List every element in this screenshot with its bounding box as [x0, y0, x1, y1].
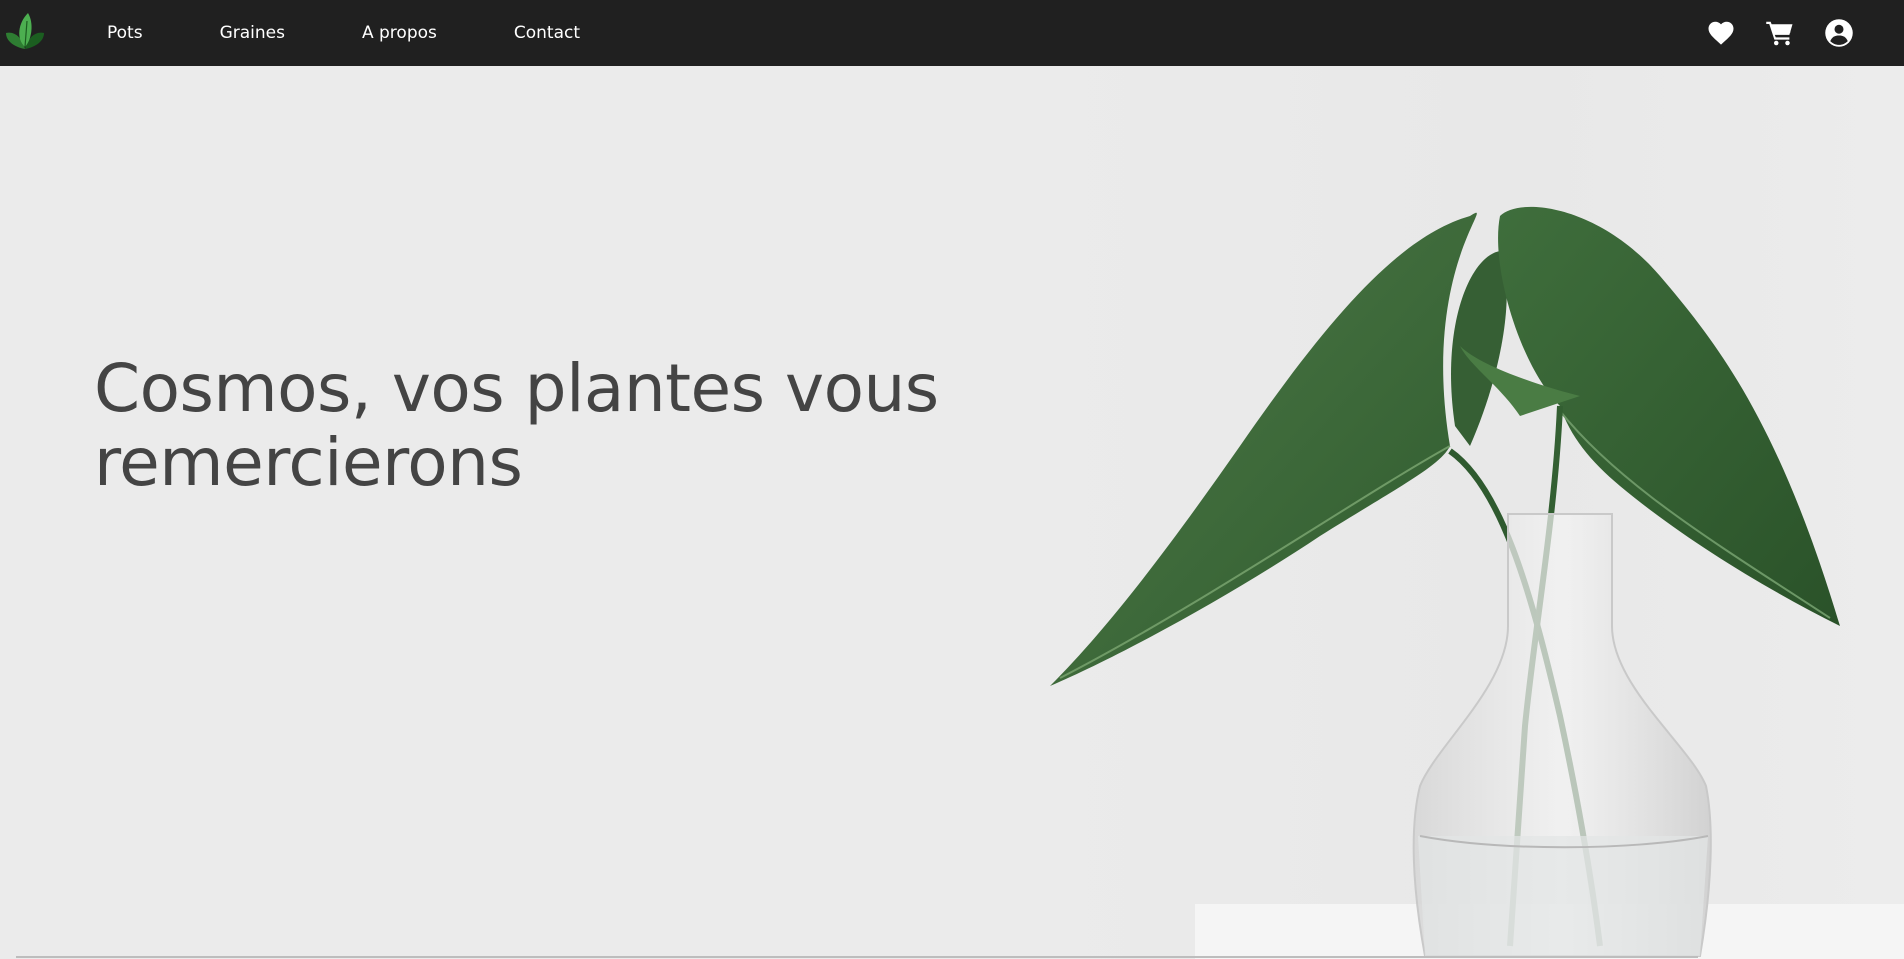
hero-title-line-2: remercierons: [94, 424, 523, 501]
user-circle-icon[interactable]: [1824, 18, 1854, 48]
nav-link-pots[interactable]: Pots: [107, 23, 143, 43]
top-navbar: Pots Graines A propos Contact: [0, 0, 1904, 66]
nav-icons: [1677, 0, 1854, 66]
heart-icon[interactable]: [1706, 18, 1736, 48]
plant-vase-image: [1050, 206, 1904, 959]
bottom-divider: [16, 956, 1698, 958]
leaf-logo-icon[interactable]: [4, 11, 46, 51]
nav-link-contact[interactable]: Contact: [514, 23, 580, 43]
nav-link-graines[interactable]: Graines: [220, 23, 285, 43]
cart-icon[interactable]: [1765, 18, 1795, 48]
hero-title-line-1: Cosmos, vos plantes vous: [94, 350, 939, 427]
nav-links: Pots Graines A propos Contact: [107, 0, 580, 66]
hero-section: Cosmos, vos plantes vous remercierons: [0, 66, 1904, 959]
nav-link-a-propos[interactable]: A propos: [362, 23, 437, 43]
hero-title: Cosmos, vos plantes vous remercierons: [94, 352, 954, 500]
